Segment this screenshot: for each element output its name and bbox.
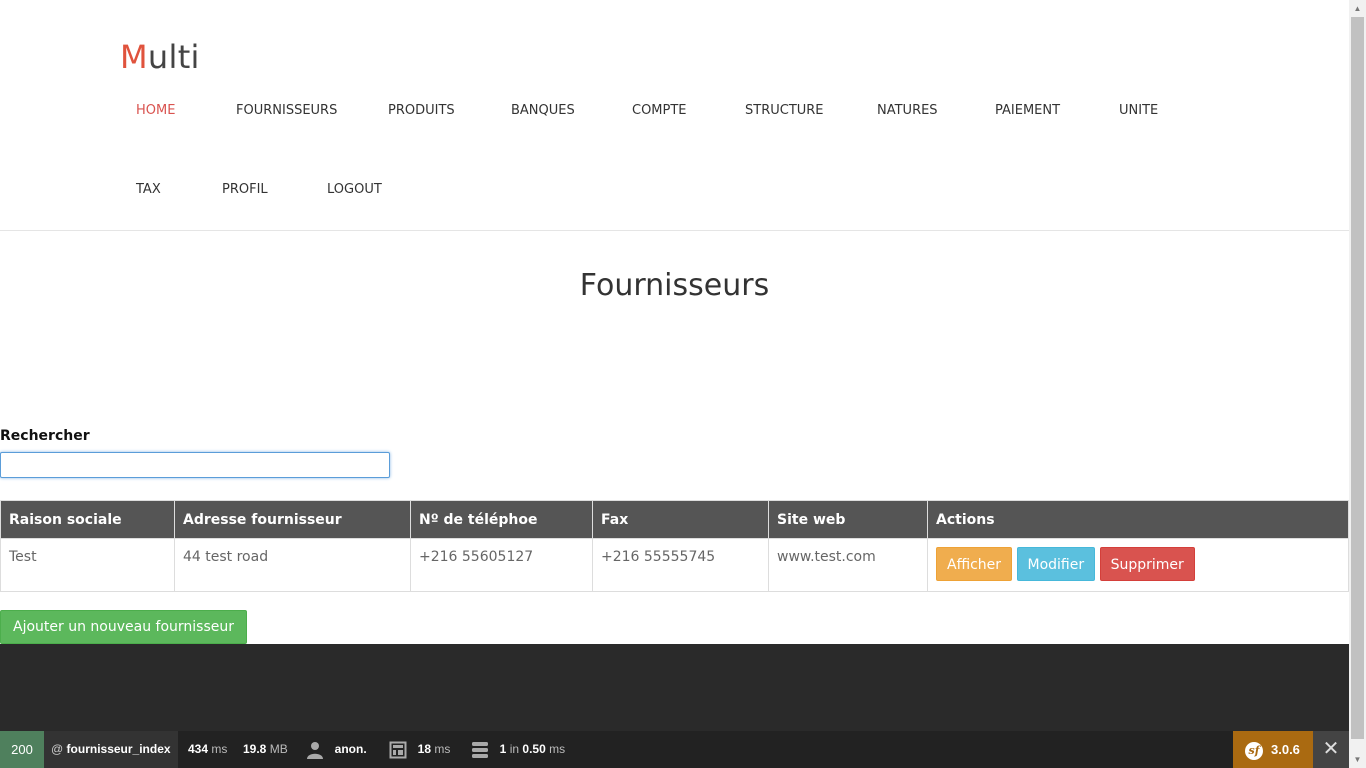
user-icon bbox=[307, 741, 323, 759]
db-queries[interactable]: 1 in 0.50 ms bbox=[471, 731, 565, 768]
nav-item-fournisseurs[interactable]: FOURNISSEURS bbox=[220, 72, 353, 150]
show-button[interactable]: Afficher bbox=[936, 547, 1013, 581]
render-time[interactable]: 18 ms bbox=[389, 731, 450, 768]
database-icon bbox=[472, 741, 488, 758]
vertical-scrollbar[interactable]: ▲ ▼ bbox=[1349, 0, 1366, 768]
edit-button[interactable]: Modifier bbox=[1016, 547, 1096, 581]
cell-actions: Afficher Modifier Supprimer bbox=[927, 538, 1349, 592]
memory-usage[interactable]: 19.8 MB bbox=[243, 731, 288, 768]
user-name: anon. bbox=[334, 742, 367, 756]
site-logo[interactable]: Multi bbox=[120, 38, 200, 76]
column-header-raison-sociale: Raison sociale bbox=[0, 500, 175, 539]
column-header-fax: Fax bbox=[592, 500, 769, 539]
delete-button[interactable]: Supprimer bbox=[1099, 547, 1195, 581]
nav-item-banques[interactable]: BANQUES bbox=[495, 72, 591, 150]
nav-item-unite[interactable]: UNITE bbox=[1103, 72, 1174, 150]
page: Multi HOME FOURNISSEURS PRODUITS BANQUES… bbox=[0, 0, 1349, 768]
add-fournisseur-button[interactable]: Ajouter un nouveau fournisseur bbox=[0, 610, 247, 644]
cell-telephone: +216 55605127 bbox=[410, 538, 593, 592]
scroll-up-arrow-icon[interactable]: ▲ bbox=[1349, 0, 1366, 17]
template-icon bbox=[389, 741, 407, 759]
nav-item-structure[interactable]: STRUCTURE bbox=[729, 72, 840, 150]
render-time-unit: ms bbox=[434, 742, 451, 756]
nav-item-logout[interactable]: LOGOUT bbox=[311, 151, 398, 229]
request-time-unit: ms bbox=[211, 742, 228, 756]
cell-site-web: www.test.com bbox=[768, 538, 928, 592]
nav-item-produits[interactable]: PRODUITS bbox=[372, 72, 471, 150]
header-divider bbox=[0, 230, 1349, 231]
db-query-time: 0.50 bbox=[522, 742, 546, 756]
status-code-badge[interactable]: 200 bbox=[0, 731, 44, 768]
table-header-row: Raison sociale Adresse fournisseur Nº de… bbox=[0, 500, 1349, 539]
column-header-site-web: Site web bbox=[768, 500, 928, 539]
column-header-telephone: Nº de téléphoe bbox=[410, 500, 593, 539]
render-time-value: 18 bbox=[417, 742, 432, 756]
search-input[interactable] bbox=[0, 452, 390, 478]
nav-item-natures[interactable]: NATURES bbox=[861, 72, 954, 150]
close-toolbar-button[interactable]: ✕ bbox=[1313, 731, 1349, 768]
debug-toolbar: 200 @ fournisseur_index 434 ms 19.8 MB a… bbox=[0, 731, 1349, 768]
version-number: 3.0.6 bbox=[1271, 742, 1300, 757]
request-time-value: 434 bbox=[188, 742, 209, 756]
request-time[interactable]: 434 ms bbox=[188, 731, 227, 768]
db-query-count: 1 bbox=[499, 742, 507, 756]
scrollbar-thumb[interactable] bbox=[1351, 17, 1364, 739]
db-time-unit: ms bbox=[549, 742, 566, 756]
logo-rest: ulti bbox=[147, 38, 200, 76]
nav-item-home[interactable]: HOME bbox=[120, 72, 191, 150]
column-header-adresse: Adresse fournisseur bbox=[174, 500, 411, 539]
fournisseurs-table: Raison sociale Adresse fournisseur Nº de… bbox=[0, 500, 1349, 592]
table-row: Test 44 test road +216 55605127 +216 555… bbox=[0, 538, 1349, 592]
nav-item-profil[interactable]: PROFIL bbox=[206, 151, 284, 229]
memory-value: 19.8 bbox=[243, 742, 267, 756]
memory-unit: MB bbox=[269, 742, 288, 756]
close-icon: ✕ bbox=[1322, 738, 1340, 760]
search-label: Rechercher bbox=[0, 428, 90, 444]
column-header-actions: Actions bbox=[927, 500, 1349, 539]
cell-raison-sociale: Test bbox=[0, 538, 175, 592]
route-info[interactable]: @ fournisseur_index bbox=[44, 731, 178, 768]
symfony-logo-icon: sf bbox=[1245, 741, 1263, 760]
route-at-sign: @ bbox=[51, 742, 64, 756]
nav-item-tax[interactable]: TAX bbox=[120, 151, 177, 229]
db-in-label: in bbox=[509, 742, 520, 756]
route-name: fournisseur_index bbox=[66, 742, 171, 756]
nav-item-paiement[interactable]: PAIEMENT bbox=[979, 72, 1076, 150]
page-title: Fournisseurs bbox=[579, 268, 770, 303]
cell-adresse: 44 test road bbox=[174, 538, 411, 592]
user-info[interactable]: anon. bbox=[306, 731, 367, 768]
cell-fax: +216 55555745 bbox=[592, 538, 769, 592]
logo-first-letter: M bbox=[120, 38, 148, 76]
nav-item-compte[interactable]: COMPTE bbox=[616, 72, 703, 150]
scroll-down-arrow-icon[interactable]: ▼ bbox=[1349, 751, 1366, 768]
symfony-version[interactable]: sf 3.0.6 bbox=[1233, 731, 1313, 768]
